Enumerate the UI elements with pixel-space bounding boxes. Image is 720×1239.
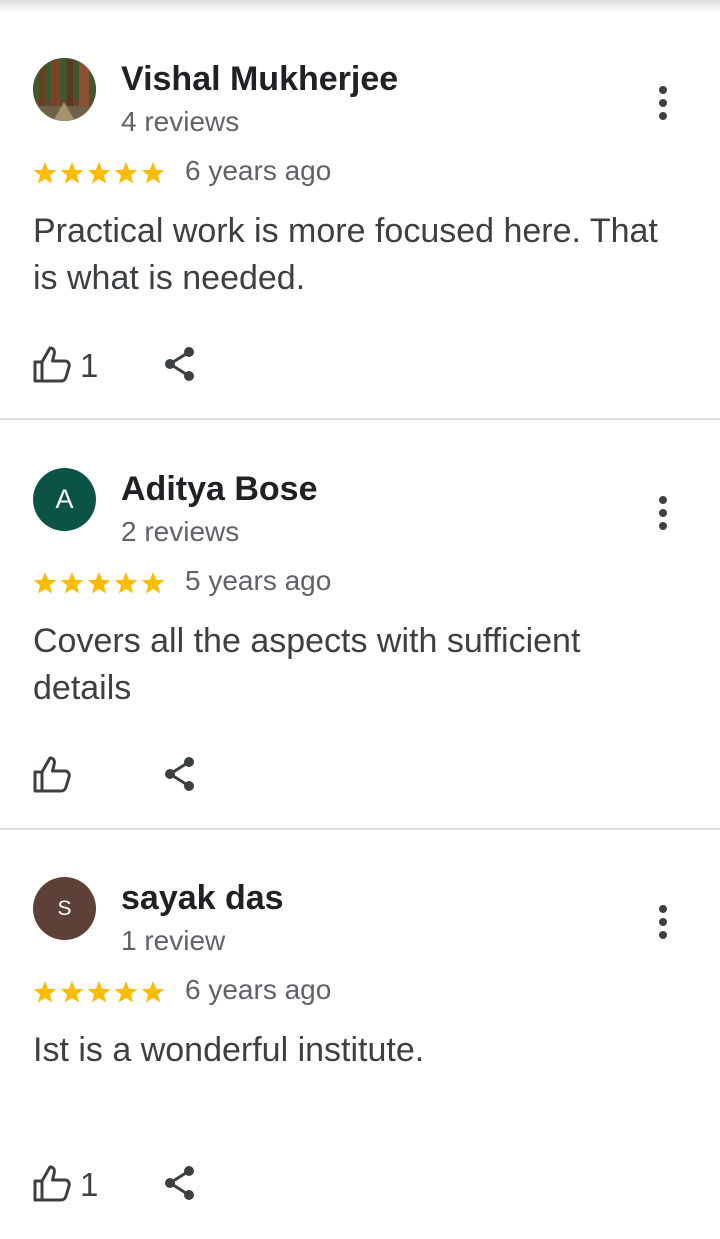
thumbs-up-icon	[33, 346, 71, 383]
share-button[interactable]	[160, 1163, 200, 1203]
like-button[interactable]	[30, 752, 74, 796]
reviewer-review-count: 4 reviews	[121, 106, 240, 137]
star-rating	[32, 970, 172, 1010]
star-rating	[32, 151, 172, 191]
star-icon	[141, 981, 165, 1003]
avatar[interactable]: A	[33, 468, 96, 531]
more-vert-icon	[659, 905, 667, 939]
share-icon	[165, 347, 194, 381]
star-icon	[60, 981, 84, 1003]
like-count: 1	[80, 1166, 99, 1203]
star-icon	[114, 572, 138, 594]
share-button[interactable]	[160, 344, 200, 384]
reviewer-name[interactable]: Aditya Bose	[121, 470, 318, 509]
review-text: Practical work is more focused here. Tha…	[33, 212, 658, 297]
star-icon	[33, 162, 57, 184]
review-text: Ist is a wonderful institute.	[33, 1031, 425, 1069]
star-icon	[60, 572, 84, 594]
star-icon	[60, 162, 84, 184]
avatar-letter: S	[57, 896, 72, 920]
review-time: 6 years ago	[185, 155, 332, 186]
star-icon	[87, 162, 111, 184]
star-rating	[32, 561, 172, 601]
more-vert-icon	[659, 86, 667, 120]
review-card: S sayak das 1 review 6 years ago Ist is …	[0, 829, 720, 1239]
reviewer-name[interactable]: sayak das	[121, 879, 284, 918]
star-icon	[141, 162, 165, 184]
thumbs-up-icon	[33, 756, 71, 793]
more-options-button[interactable]	[648, 83, 678, 123]
more-vert-icon	[659, 496, 667, 530]
star-icon	[141, 572, 165, 594]
review-card: Vishal Mukherjee 4 reviews 6 years ago P…	[0, 10, 720, 420]
reviewer-review-count: 1 review	[121, 925, 226, 956]
star-icon	[114, 162, 138, 184]
avatar[interactable]: S	[33, 877, 96, 940]
share-icon	[165, 757, 194, 791]
review-card: A Aditya Bose 2 reviews 5 years ago Cove…	[0, 420, 720, 830]
avatar-letter: A	[55, 484, 74, 514]
star-icon	[33, 981, 57, 1003]
star-icon	[33, 572, 57, 594]
review-text: Covers all the aspects with sufficient d…	[33, 622, 581, 707]
like-count: 1	[80, 347, 99, 384]
star-icon	[87, 981, 111, 1003]
thumbs-up-icon	[33, 1165, 71, 1202]
star-icon	[114, 981, 138, 1003]
reviewer-name[interactable]: Vishal Mukherjee	[121, 60, 398, 99]
reviewer-review-count: 2 reviews	[121, 516, 240, 547]
star-icon	[87, 572, 111, 594]
like-button[interactable]	[30, 1161, 74, 1205]
avatar[interactable]	[33, 58, 96, 121]
review-time: 6 years ago	[185, 974, 332, 1005]
more-options-button[interactable]	[648, 493, 678, 533]
avatar-photo-icon	[33, 58, 96, 121]
review-time: 5 years ago	[185, 565, 332, 596]
like-button[interactable]	[30, 342, 74, 386]
more-options-button[interactable]	[648, 902, 678, 942]
share-icon	[165, 1166, 194, 1200]
share-button[interactable]	[160, 754, 200, 794]
